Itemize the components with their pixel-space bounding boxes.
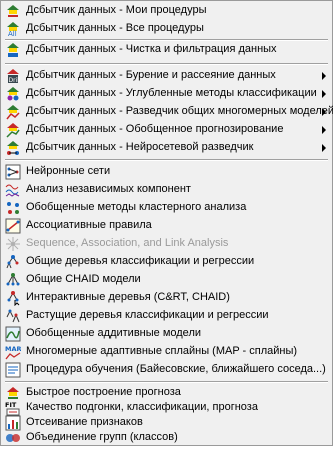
- data-miner-all-icon: All: [5, 21, 21, 38]
- menu-item-label: Быстрое построение прогноза: [26, 386, 181, 398]
- tree-icon: [5, 254, 21, 270]
- neural-networks-icon: [5, 164, 21, 180]
- menu-item-label: Анализ независимых компонент: [26, 183, 191, 195]
- submenu-arrow-icon: [322, 108, 326, 116]
- feature-selection-icon: [5, 415, 21, 431]
- menu-separator: [5, 63, 328, 65]
- forecasting-icon: [5, 122, 21, 138]
- association-rules-icon: [5, 218, 21, 234]
- menu-item-data-miner-all-procedures[interactable]: All Дсбытчик данных - Все процедуры: [1, 20, 332, 38]
- submenu-arrow-icon: [322, 90, 326, 98]
- submenu-arrow-icon: [322, 144, 326, 152]
- boosted-tree-icon: [5, 308, 21, 324]
- mars-icon: MAR: [5, 344, 22, 360]
- menu-item-label: Отсеивание признаков: [26, 416, 143, 428]
- menu-item-label: Дсбытчик данных - Нейросетевой разведчик: [26, 141, 254, 153]
- menu-item-label: Дсбытчик данных - Разведчик общих многом…: [26, 105, 333, 117]
- svg-text:Drill: Drill: [9, 77, 21, 84]
- menu-item-boosted-trees[interactable]: Растущие деревья классификации и регресс…: [1, 307, 332, 325]
- menu-item-label: Дсбытчик данных - Обобщенное прогнозиров…: [26, 123, 284, 135]
- menu-item-neural-explorer[interactable]: Дсбытчик данных - Нейросетевой разведчик: [1, 139, 332, 157]
- submenu-arrow-icon: [322, 72, 326, 80]
- menu-item-label: Обобщенные аддитивные модели: [26, 327, 202, 339]
- menu-item-chaid-models[interactable]: Общие CHAID модели: [1, 271, 332, 289]
- menu-item-general-trees[interactable]: Общие деревья классификации и регрессии: [1, 253, 332, 271]
- data-cleaning-icon: [5, 42, 21, 58]
- menu-separator: [5, 159, 328, 161]
- menu-item-label: Обобщенные методы кластерного анализа: [26, 201, 247, 213]
- goodness-of-fit-icon: FIT: [5, 400, 21, 416]
- menu-item-advanced-classification[interactable]: Дсбытчик данных - Углубленные методы кла…: [1, 85, 332, 103]
- multivariate-models-icon: [5, 104, 21, 120]
- link-analysis-icon: [5, 236, 21, 252]
- menu-item-label: Дсбытчик данных - Чистка и фильтрация да…: [26, 43, 277, 55]
- data-miner-hat-icon: [5, 3, 21, 19]
- menu-item-combine-groups[interactable]: Объединение групп (классов): [1, 430, 332, 445]
- learning-procedure-icon: [5, 362, 21, 378]
- menu-item-label: Дсбытчик данных - Бурение и рассеяние да…: [26, 69, 276, 81]
- menu-separator: [5, 381, 328, 383]
- cluster-icon: [5, 200, 21, 216]
- menu-item-goodness-of-fit[interactable]: FIT Качество подгонки, классификации, пр…: [1, 400, 332, 416]
- menu-item-label: Дсбытчик данных - Углубленные методы кла…: [26, 87, 317, 99]
- menu-item-additive-models[interactable]: Обобщенные аддитивные модели: [1, 325, 332, 343]
- menu-item-data-miner-my-procedures[interactable]: Дсбытчик данных - Мои процедуры: [1, 2, 332, 20]
- menu-item-label: Интерактивные деревья (C&RT, CHAID): [26, 291, 230, 303]
- ica-icon: [5, 182, 21, 198]
- menu-item-drill-down[interactable]: Drill Дсбытчик данных - Бурение и рассея…: [1, 67, 332, 85]
- menu-item-multivariate-explorer[interactable]: Дсбытчик данных - Разведчик общих многом…: [1, 103, 333, 121]
- menu-item-label: Дсбытчик данных - Мои процедуры: [26, 4, 207, 16]
- menu-item-label: Объединение групп (классов): [26, 431, 178, 443]
- menu-item-data-cleaning[interactable]: Дсбытчик данных - Чистка и фильтрация да…: [1, 41, 332, 59]
- menu-item-generalized-forecasting[interactable]: Дсбытчик данных - Обобщенное прогнозиров…: [1, 121, 332, 139]
- menu-item-association-rules[interactable]: Ассоциативные правила: [1, 217, 332, 235]
- menu-item-link-analysis: Sequence, Association, and Link Analysis: [1, 235, 332, 253]
- menu-item-label: Процедура обучения (Байесовские, ближайш…: [26, 363, 326, 375]
- menu-item-label: Качество подгонки, классификации, прогно…: [26, 401, 258, 413]
- svg-text:MAR: MAR: [5, 345, 21, 353]
- menu-item-neural-networks[interactable]: Нейронные сети: [1, 163, 332, 181]
- neural-explorer-icon: [5, 140, 21, 156]
- menu-item-cluster-analysis[interactable]: Обобщенные методы кластерного анализа: [1, 199, 332, 217]
- menu-item-label: Общие CHAID модели: [26, 273, 141, 285]
- menu-item-label: Общие деревья классификации и регрессии: [26, 255, 255, 267]
- menu-item-label: Растущие деревья классификации и регресс…: [26, 309, 269, 321]
- interactive-tree-icon: [5, 290, 21, 307]
- submenu-arrow-icon: [322, 126, 326, 134]
- svg-text:All: All: [8, 30, 17, 37]
- menu-item-label: Дсбытчик данных - Все процедуры: [26, 22, 204, 34]
- menu-item-label: Многомерные адаптивные сплайны (MAP - сп…: [26, 345, 298, 357]
- chaid-icon: [5, 272, 21, 288]
- svg-text:FIT: FIT: [5, 401, 17, 409]
- additive-models-icon: [5, 326, 21, 342]
- menu-item-rapid-forecast[interactable]: Быстрое построение прогноза: [1, 385, 332, 400]
- menu-item-mars-splines[interactable]: MAR Многомерные адаптивные сплайны (MAP …: [1, 343, 332, 361]
- combine-groups-icon: [5, 430, 21, 446]
- classification-icon: [5, 86, 21, 102]
- menu-item-label: Нейронные сети: [26, 165, 111, 177]
- menu-item-interactive-trees[interactable]: Интерактивные деревья (C&RT, CHAID): [1, 289, 332, 307]
- rapid-forecast-icon: [5, 385, 21, 401]
- menu-item-learning-procedure[interactable]: Процедура обучения (Байесовские, ближайш…: [1, 361, 332, 379]
- menu-item-label: Sequence, Association, and Link Analysis: [26, 237, 229, 249]
- menu-item-label: Ассоциативные правила: [26, 219, 152, 231]
- menu-item-feature-selection[interactable]: Отсеивание признаков: [1, 415, 332, 431]
- drill-down-icon: Drill: [5, 68, 21, 84]
- context-menu: Дсбытчик данных - Мои процедуры All Дсбы…: [0, 0, 333, 446]
- menu-item-independent-components[interactable]: Анализ независимых компонент: [1, 181, 332, 199]
